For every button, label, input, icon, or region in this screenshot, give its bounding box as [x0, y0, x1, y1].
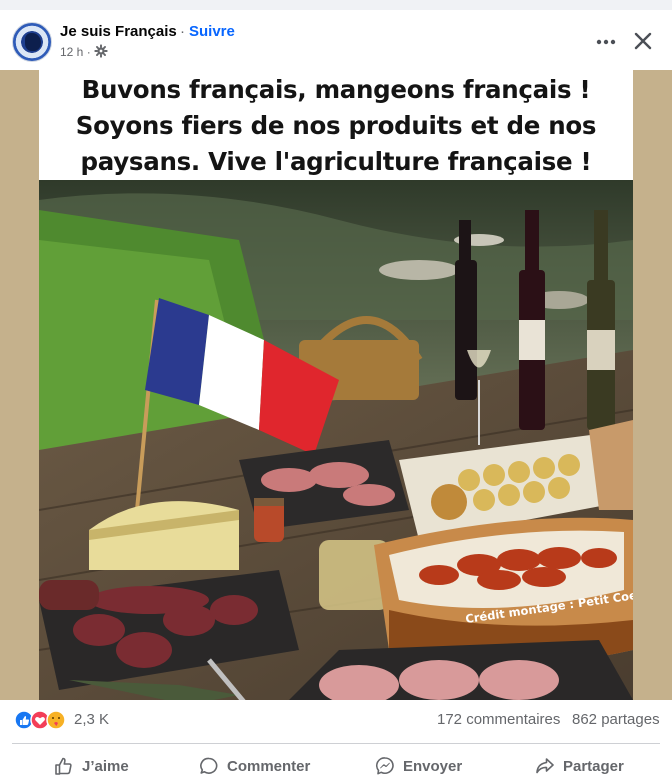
- separator-dot: ·: [180, 23, 185, 40]
- share-button[interactable]: Partager: [535, 750, 624, 777]
- send-button[interactable]: Envoyer: [375, 750, 462, 777]
- care-icon: [46, 710, 66, 730]
- close-icon: [634, 32, 652, 50]
- reactions-count[interactable]: 2,3 K: [74, 711, 109, 728]
- post-photo[interactable]: Buvons français, mangeons français ! Soy…: [39, 70, 633, 700]
- gear-icon: [94, 44, 108, 58]
- image-caption: Buvons français, mangeons français ! Soy…: [39, 70, 633, 180]
- post-header: Je suis Français · Suivre 12 h ·: [0, 10, 672, 70]
- caption-line: paysans. Vive l'agriculture française !: [80, 147, 592, 176]
- caption-line: Soyons fiers de nos produits et de nos: [75, 111, 597, 140]
- comments-count[interactable]: 172 commentaires: [437, 711, 560, 728]
- share-label: Partager: [563, 757, 624, 775]
- comment-button[interactable]: Commenter: [199, 750, 310, 777]
- more-options-button[interactable]: [592, 28, 620, 56]
- thumbs-up-icon: [55, 757, 72, 775]
- comment-label: Commenter: [227, 757, 311, 775]
- send-label: Envoyer: [403, 757, 463, 775]
- messenger-icon: [376, 757, 394, 775]
- post-media[interactable]: Buvons français, mangeons français ! Soy…: [0, 70, 672, 700]
- picnic-scene-illustration: Crédit montage : Petit Coeur: [39, 180, 633, 700]
- like-button[interactable]: J’aime: [54, 750, 129, 777]
- post-timestamp[interactable]: 12 h ·: [60, 45, 91, 59]
- page-avatar[interactable]: [12, 22, 52, 62]
- page-name-link[interactable]: Je suis Français: [60, 23, 177, 40]
- actions-divider: [12, 743, 660, 744]
- post-stats: 2,3 K 172 commentaires 862 partages: [0, 700, 672, 730]
- post-card: Je suis Français · Suivre 12 h · Buvons …: [0, 10, 672, 777]
- caption-line: Buvons français, mangeons français !: [81, 75, 591, 104]
- reaction-icons[interactable]: [14, 710, 70, 730]
- more-dots-icon: [596, 39, 616, 45]
- comment-bubble-icon: [200, 757, 218, 774]
- share-arrow-icon: [536, 758, 554, 774]
- like-label: J’aime: [82, 757, 129, 775]
- follow-button[interactable]: Suivre: [189, 23, 235, 40]
- shares-count[interactable]: 862 partages: [572, 711, 660, 728]
- close-button[interactable]: [628, 26, 658, 56]
